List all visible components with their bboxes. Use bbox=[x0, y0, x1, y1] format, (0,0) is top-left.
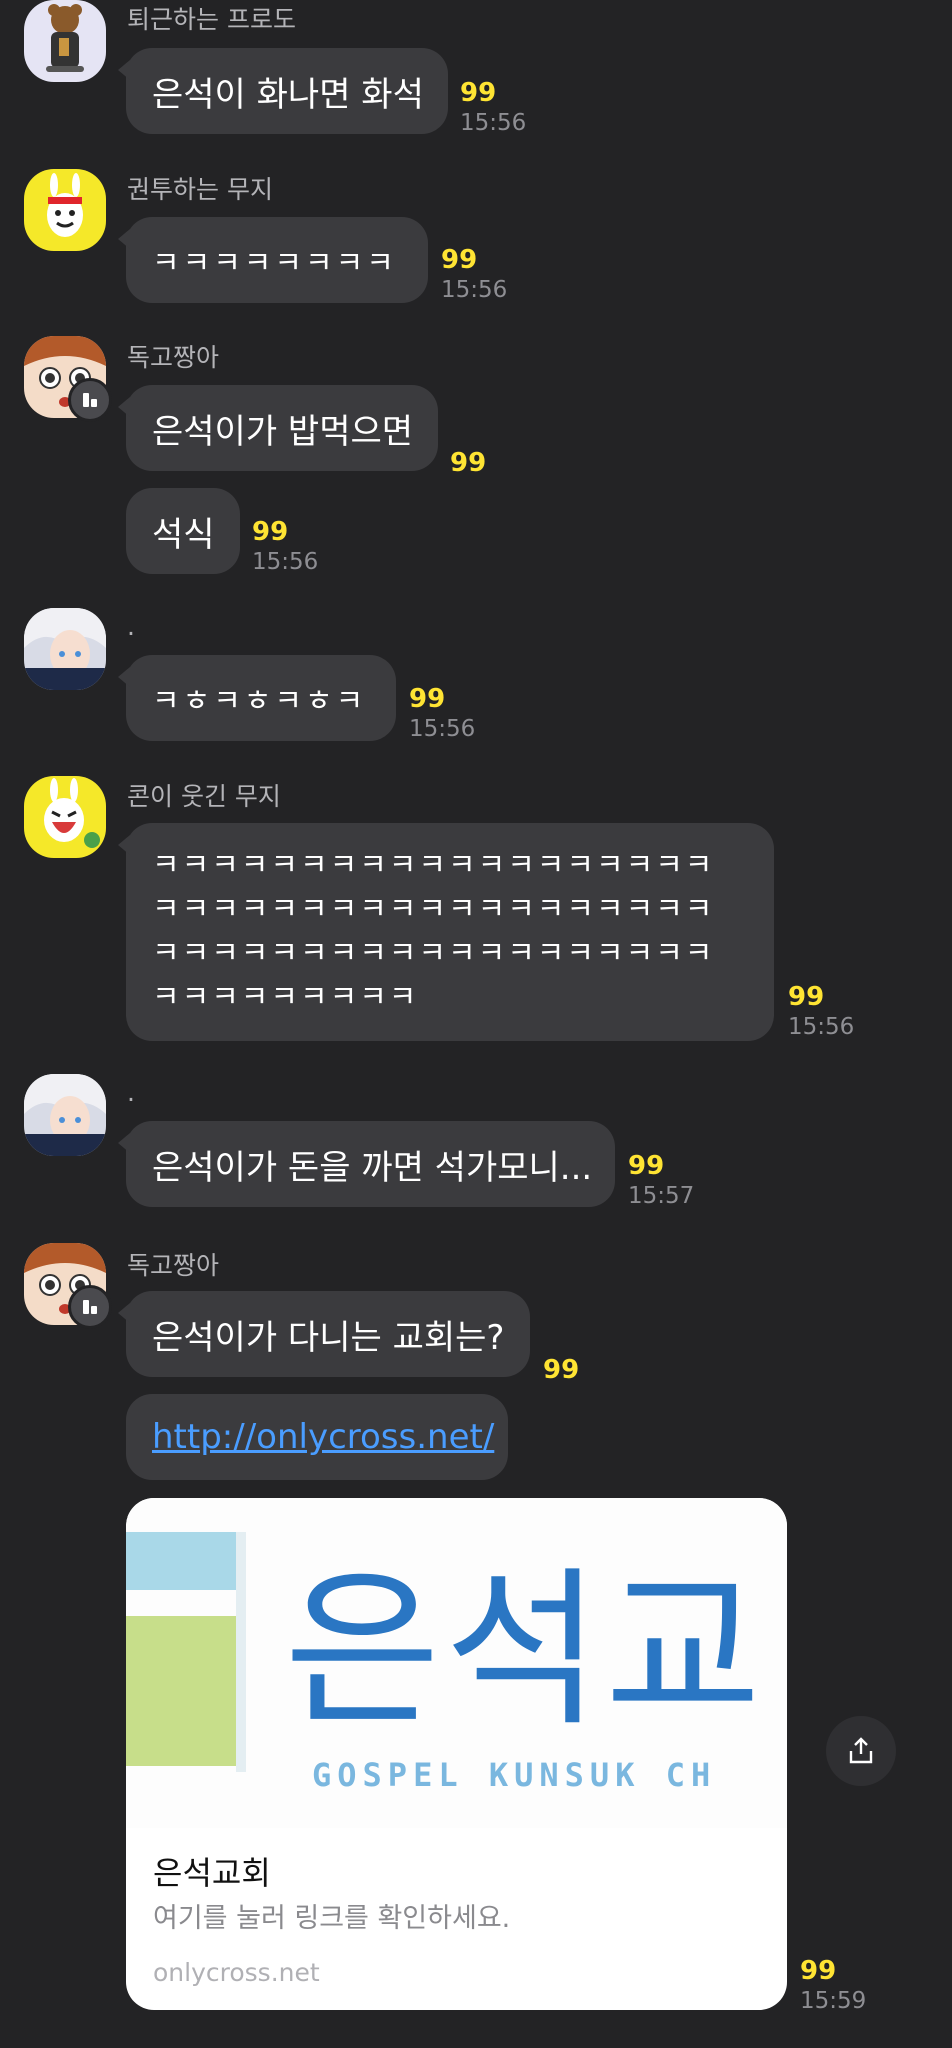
message-bubble[interactable]: 은석이가 다니는 교회는? bbox=[118, 1291, 530, 1377]
link-preview-card[interactable]: 은석교 GOSPEL KUNSUK CH 은석교회 여기를 눌러 링크를 확인하… bbox=[126, 1498, 787, 2010]
message-bubble[interactable]: 은석이가 밥먹으면 bbox=[118, 385, 438, 471]
sender-name: . bbox=[127, 612, 135, 641]
avatar-anime[interactable] bbox=[24, 608, 106, 690]
share-icon bbox=[849, 1737, 873, 1764]
link-preview-logo-subtext: GOSPEL KUNSUK CH bbox=[312, 1756, 717, 1794]
unread-count: 99 bbox=[441, 245, 478, 275]
avatar-muzi-laughing[interactable] bbox=[24, 776, 106, 858]
sender-name: 독고짱아 bbox=[127, 343, 220, 372]
link-preview-description: 여기를 눌러 링크를 확인하세요. bbox=[153, 1903, 511, 1934]
share-button[interactable] bbox=[826, 1716, 896, 1786]
message-text: 석식 bbox=[152, 514, 215, 555]
link-preview-title: 은석교회 bbox=[153, 1854, 271, 1892]
message-text-line: ㅋㅋㅋㅋㅋㅋㅋㅋㅋㅋㅋㅋㅋㅋㅋㅋㅋㅋㅋ bbox=[152, 936, 715, 971]
avatar-frodo[interactable] bbox=[24, 0, 106, 82]
message-text: ㅋㅋㅋㅋㅋㅋㅋㅋ bbox=[152, 246, 397, 281]
message-bubble[interactable]: 은석이가 돈을 까면 석가모니... bbox=[118, 1121, 615, 1207]
link-preview-image: 은석교 GOSPEL KUNSUK CH bbox=[126, 1498, 787, 1828]
unread-count: 99 bbox=[409, 684, 446, 714]
sender-name: 독고짱아 bbox=[127, 1251, 220, 1280]
message-text-line: ㅋㅋㅋㅋㅋㅋㅋㅋㅋㅋㅋㅋㅋㅋㅋㅋㅋㅋㅋ bbox=[152, 848, 715, 883]
unread-count: 99 bbox=[800, 1956, 837, 1986]
message-link[interactable]: http://onlycross.net/ bbox=[152, 1417, 494, 1457]
unread-count: 99 bbox=[460, 78, 497, 108]
sender-name: 권투하는 무지 bbox=[127, 175, 273, 204]
unread-count: 99 bbox=[628, 1151, 665, 1181]
message-bubble[interactable]: ㅋㅋㅋㅋㅋㅋㅋㅋ bbox=[118, 217, 428, 303]
avatar-badge-icon bbox=[68, 378, 112, 422]
avatar-anime[interactable] bbox=[24, 1074, 106, 1156]
message-text: 은석이가 돈을 까면 석가모니... bbox=[152, 1147, 593, 1188]
message-text: 은석이 화나면 화석 bbox=[152, 74, 424, 115]
avatar-badge-icon bbox=[68, 1285, 112, 1329]
unread-count: 99 bbox=[450, 448, 487, 478]
message-time: 15:59 bbox=[800, 1988, 867, 2014]
message-time: 15:56 bbox=[441, 277, 508, 303]
message-time: 15:57 bbox=[628, 1183, 695, 1209]
message-bubble[interactable]: ㅋㅋㅋㅋㅋㅋㅋㅋㅋㅋㅋㅋㅋㅋㅋㅋㅋㅋㅋ ㅋㅋㅋㅋㅋㅋㅋㅋㅋㅋㅋㅋㅋㅋㅋㅋㅋㅋㅋ … bbox=[118, 823, 774, 1041]
message-text-line: ㅋㅋㅋㅋㅋㅋㅋㅋㅋㅋㅋㅋㅋㅋㅋㅋㅋㅋㅋ bbox=[152, 892, 715, 927]
link-preview-logo-text: 은석교 bbox=[284, 1552, 766, 1750]
message-bubble[interactable]: ㅋㅎㅋㅎㅋㅎㅋ bbox=[118, 655, 396, 741]
sender-name: . bbox=[127, 1078, 135, 1107]
message-time: 15:56 bbox=[409, 716, 476, 742]
sender-name: 퇴근하는 프로도 bbox=[127, 5, 296, 34]
avatar-muzi-boxing[interactable] bbox=[24, 169, 106, 251]
message-text-line: ㅋㅋㅋㅋㅋㅋㅋㅋㅋ bbox=[152, 980, 419, 1015]
message-text: 은석이가 밥먹으면 bbox=[152, 411, 414, 452]
message-text: ㅋㅎㅋㅎㅋㅎㅋ bbox=[152, 684, 367, 719]
sender-name: 콘이 웃긴 무지 bbox=[127, 782, 281, 811]
message-bubble[interactable]: 은석이 화나면 화석 bbox=[118, 48, 448, 134]
message-bubble[interactable]: 석식 bbox=[126, 488, 240, 574]
link-bubble[interactable]: http://onlycross.net/ bbox=[126, 1394, 508, 1480]
link-preview-domain: onlycross.net bbox=[153, 1958, 320, 1987]
unread-count: 99 bbox=[252, 517, 289, 547]
unread-count: 99 bbox=[788, 982, 825, 1012]
message-time: 15:56 bbox=[460, 110, 527, 136]
message-time: 15:56 bbox=[252, 549, 319, 575]
message-time: 15:56 bbox=[788, 1014, 855, 1040]
message-text: 은석이가 다니는 교회는? bbox=[152, 1317, 505, 1358]
unread-count: 99 bbox=[543, 1355, 580, 1385]
